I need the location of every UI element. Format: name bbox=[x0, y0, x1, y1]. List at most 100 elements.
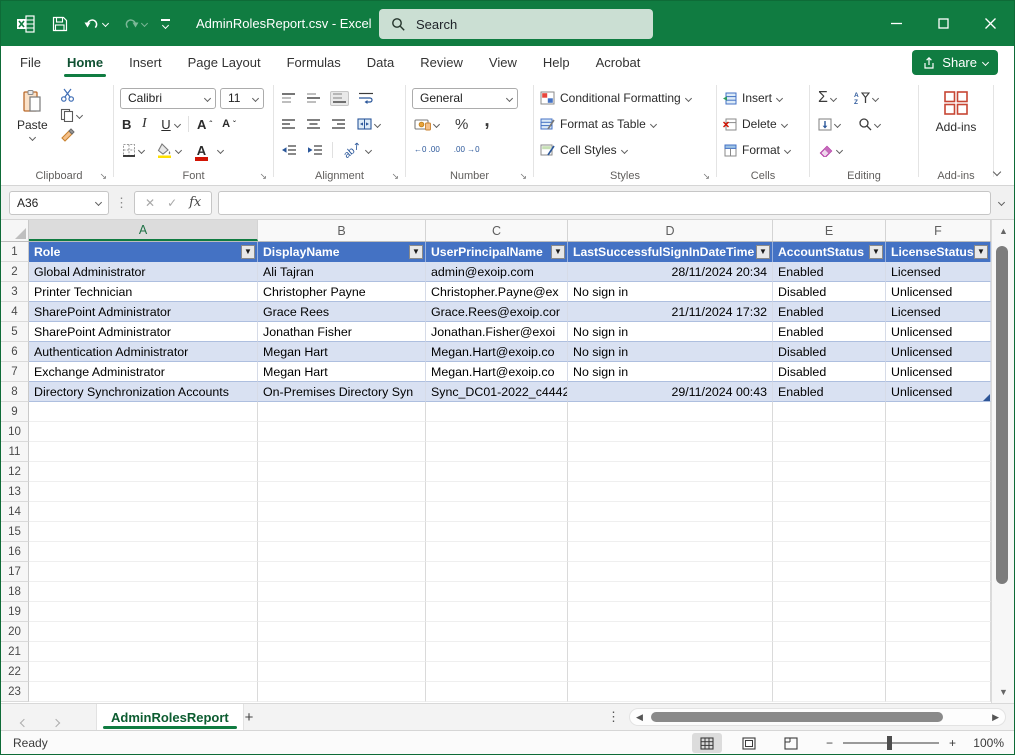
cell-B13[interactable] bbox=[258, 482, 426, 502]
column-header-D[interactable]: D bbox=[568, 220, 773, 241]
cell-D12[interactable] bbox=[568, 462, 773, 482]
cell-E23[interactable] bbox=[773, 682, 886, 702]
maximize-button[interactable] bbox=[920, 1, 967, 46]
cell-A9[interactable] bbox=[29, 402, 258, 422]
cell-A5[interactable]: SharePoint Administrator bbox=[29, 322, 258, 342]
zoom-slider-handle[interactable] bbox=[887, 736, 892, 750]
share-button[interactable]: Share bbox=[912, 50, 998, 75]
cell-F16[interactable] bbox=[886, 542, 991, 562]
cell-B3[interactable]: Christopher Payne bbox=[258, 282, 426, 302]
font-size-combo[interactable]: 11 bbox=[220, 88, 264, 109]
column-header-B[interactable]: B bbox=[258, 220, 426, 241]
cell-C15[interactable] bbox=[426, 522, 568, 542]
cell-E5[interactable]: Enabled bbox=[773, 322, 886, 342]
name-box-dropdown-icon[interactable] bbox=[95, 199, 102, 206]
format-as-table-button[interactable]: Format as Table bbox=[540, 111, 710, 137]
row-header-19[interactable]: 19 bbox=[1, 602, 29, 622]
cell-B6[interactable]: Megan Hart bbox=[258, 342, 426, 362]
customize-quick-access-icon[interactable] bbox=[161, 19, 170, 28]
cell-A17[interactable] bbox=[29, 562, 258, 582]
cell-C18[interactable] bbox=[426, 582, 568, 602]
cell-F18[interactable] bbox=[886, 582, 991, 602]
horizontal-scrollbar-thumb[interactable] bbox=[651, 712, 943, 722]
share-dropdown-icon[interactable] bbox=[982, 59, 989, 66]
cut-button[interactable] bbox=[58, 87, 84, 103]
row-header-17[interactable]: 17 bbox=[1, 562, 29, 582]
normal-view-button[interactable] bbox=[692, 733, 722, 753]
collapse-ribbon-icon[interactable] bbox=[993, 168, 1001, 176]
vertical-scrollbar-thumb[interactable] bbox=[996, 246, 1008, 584]
cell-C2[interactable]: admin@exoip.com bbox=[426, 262, 568, 282]
font-name-combo[interactable]: Calibri bbox=[120, 88, 216, 109]
cell-C11[interactable] bbox=[426, 442, 568, 462]
find-select-button[interactable] bbox=[856, 116, 882, 132]
cell-E4[interactable]: Enabled bbox=[773, 302, 886, 322]
row-header-11[interactable]: 11 bbox=[1, 442, 29, 462]
increase-font-size-button[interactable]: Aˆ bbox=[195, 116, 214, 133]
cell-E7[interactable]: Disabled bbox=[773, 362, 886, 382]
cell-F7[interactable]: Unlicensed bbox=[886, 362, 991, 382]
row-header-12[interactable]: 12 bbox=[1, 462, 29, 482]
cell-E22[interactable] bbox=[773, 662, 886, 682]
undo-button[interactable] bbox=[83, 16, 108, 32]
row-header-3[interactable]: 3 bbox=[1, 282, 29, 302]
insert-function-icon[interactable]: fx bbox=[189, 195, 201, 210]
sort-filter-button[interactable]: AZ bbox=[852, 90, 880, 106]
cell-C19[interactable] bbox=[426, 602, 568, 622]
header-cell-displayname[interactable]: DisplayName▼ bbox=[258, 242, 426, 262]
cell-D5[interactable]: No sign in bbox=[568, 322, 773, 342]
cell-D6[interactable]: No sign in bbox=[568, 342, 773, 362]
cell-B17[interactable] bbox=[258, 562, 426, 582]
cell-F8[interactable]: Unlicensed bbox=[886, 382, 991, 402]
row-header-18[interactable]: 18 bbox=[1, 582, 29, 602]
cell-styles-dropdown-icon[interactable] bbox=[621, 146, 628, 153]
cell-D13[interactable] bbox=[568, 482, 773, 502]
cell-E9[interactable] bbox=[773, 402, 886, 422]
formula-input[interactable] bbox=[218, 191, 991, 215]
cell-A16[interactable] bbox=[29, 542, 258, 562]
paste-button[interactable]: Paste bbox=[11, 85, 54, 143]
cell-E8[interactable]: Enabled bbox=[773, 382, 886, 402]
cell-D18[interactable] bbox=[568, 582, 773, 602]
row-header-16[interactable]: 16 bbox=[1, 542, 29, 562]
cell-A10[interactable] bbox=[29, 422, 258, 442]
increase-indent-button[interactable] bbox=[306, 144, 324, 157]
row-header-15[interactable]: 15 bbox=[1, 522, 29, 542]
row-header-22[interactable]: 22 bbox=[1, 662, 29, 682]
column-header-C[interactable]: C bbox=[426, 220, 568, 241]
cell-B8[interactable]: On-Premises Directory Syn bbox=[258, 382, 426, 402]
previous-sheet-icon[interactable] bbox=[21, 713, 27, 731]
column-header-A[interactable]: A bbox=[29, 220, 258, 241]
row-header-10[interactable]: 10 bbox=[1, 422, 29, 442]
number-dialog-launcher[interactable]: ↘ bbox=[519, 172, 527, 181]
row-header-9[interactable]: 9 bbox=[1, 402, 29, 422]
autosum-button[interactable]: Σ bbox=[816, 89, 838, 107]
cell-A4[interactable]: SharePoint Administrator bbox=[29, 302, 258, 322]
row-header-2[interactable]: 2 bbox=[1, 262, 29, 282]
center-button[interactable] bbox=[305, 118, 322, 131]
cell-F17[interactable] bbox=[886, 562, 991, 582]
cell-D2[interactable]: 28/11/2024 20:34 bbox=[568, 262, 773, 282]
page-break-preview-button[interactable] bbox=[776, 733, 806, 753]
wrap-text-button[interactable] bbox=[357, 91, 375, 105]
cell-C14[interactable] bbox=[426, 502, 568, 522]
expand-formula-bar-icon[interactable] bbox=[998, 199, 1005, 206]
cell-D23[interactable] bbox=[568, 682, 773, 702]
header-cell-lastsuccessfulsignindatetime[interactable]: LastSuccessfulSignInDateTime▼ bbox=[568, 242, 773, 262]
cell-A11[interactable] bbox=[29, 442, 258, 462]
cell-B9[interactable] bbox=[258, 402, 426, 422]
sheet-tab-adminrolesreport[interactable]: AdminRolesReport bbox=[96, 704, 244, 730]
clear-dropdown-icon[interactable] bbox=[836, 146, 843, 153]
conditional-formatting-button[interactable]: Conditional Formatting bbox=[540, 85, 710, 111]
cell-D7[interactable]: No sign in bbox=[568, 362, 773, 382]
cell-F23[interactable] bbox=[886, 682, 991, 702]
vertical-scrollbar[interactable]: ▲ ▼ bbox=[991, 220, 1015, 703]
cell-A18[interactable] bbox=[29, 582, 258, 602]
format-painter-button[interactable] bbox=[58, 127, 84, 143]
cell-B12[interactable] bbox=[258, 462, 426, 482]
cell-E6[interactable]: Disabled bbox=[773, 342, 886, 362]
cell-C23[interactable] bbox=[426, 682, 568, 702]
cell-C21[interactable] bbox=[426, 642, 568, 662]
cell-F22[interactable] bbox=[886, 662, 991, 682]
decrease-indent-button[interactable] bbox=[280, 144, 298, 157]
